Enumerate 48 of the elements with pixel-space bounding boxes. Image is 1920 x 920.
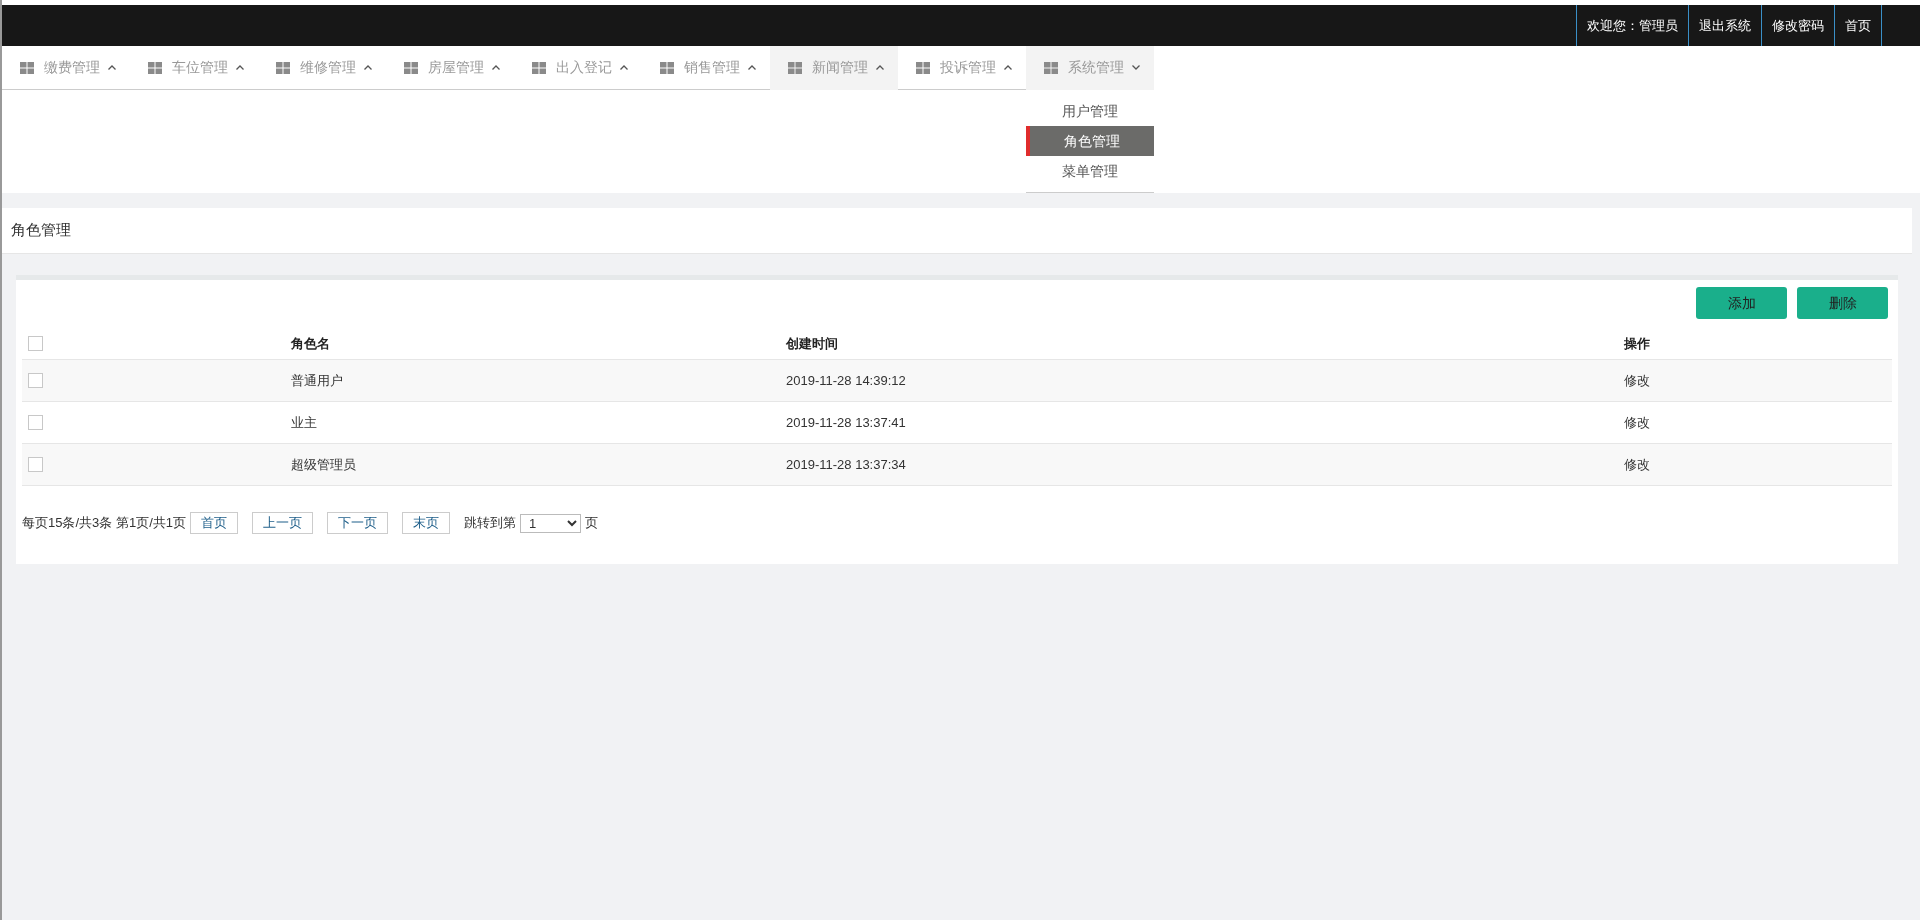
column-header: 创建时间 [786, 335, 838, 351]
caret-icon [236, 65, 244, 70]
jump-suffix: 页 [585, 514, 598, 533]
pagination-button[interactable]: 上一页 [252, 512, 313, 534]
column-header: 操作 [1624, 335, 1650, 351]
caret-icon [876, 65, 884, 70]
page-select[interactable]: 1 [520, 513, 581, 533]
caret-icon [1132, 65, 1140, 70]
grid-icon [916, 61, 930, 74]
column-header: 角色名 [291, 335, 330, 351]
dropdown-item[interactable]: 用户管理 [1026, 96, 1154, 126]
edit-link[interactable]: 修改 [1624, 373, 1650, 388]
dropdown-item[interactable]: 菜单管理 [1026, 156, 1154, 186]
toolbar-button[interactable]: 删除 [1797, 287, 1888, 319]
table-cell: 2019-11-28 13:37:41 [786, 415, 906, 430]
grid-icon [1044, 61, 1058, 74]
table-cell: 2019-11-28 14:39:12 [786, 373, 906, 388]
caret-icon [492, 65, 500, 70]
caret-icon [364, 65, 372, 70]
pagination-summary: 每页15条/共3条 第1页/共1页 [22, 514, 186, 533]
caret-icon [748, 65, 756, 70]
caret-icon [1004, 65, 1012, 70]
grid-icon [532, 61, 546, 74]
caret-icon [108, 65, 116, 70]
pagination-button[interactable]: 末页 [402, 512, 450, 534]
checkbox[interactable] [28, 335, 43, 351]
table-cell: 2019-11-28 13:37:34 [786, 457, 906, 472]
table-cell: 普通用户 [291, 373, 343, 388]
page-title: 角色管理 [11, 220, 71, 241]
caret-icon [620, 65, 628, 70]
edit-link[interactable]: 修改 [1624, 457, 1650, 472]
jump-label: 跳转到第 [464, 514, 516, 533]
pagination-button[interactable]: 下一页 [327, 512, 388, 534]
table-cell: 业主 [291, 415, 317, 430]
edit-link[interactable]: 修改 [1624, 415, 1650, 430]
grid-icon [20, 61, 34, 74]
grid-icon [276, 61, 290, 74]
grid-icon [148, 61, 162, 74]
checkbox[interactable] [28, 373, 43, 388]
checkbox[interactable] [28, 457, 43, 472]
toolbar-button[interactable]: 添加 [1696, 287, 1787, 319]
table-cell: 超级管理员 [291, 457, 356, 472]
checkbox[interactable] [28, 415, 43, 430]
pagination-button[interactable]: 首页 [190, 512, 238, 534]
dropdown-item[interactable]: 角色管理 [1026, 126, 1154, 156]
grid-icon [788, 61, 802, 74]
grid-icon [404, 61, 418, 74]
grid-icon [660, 61, 674, 74]
